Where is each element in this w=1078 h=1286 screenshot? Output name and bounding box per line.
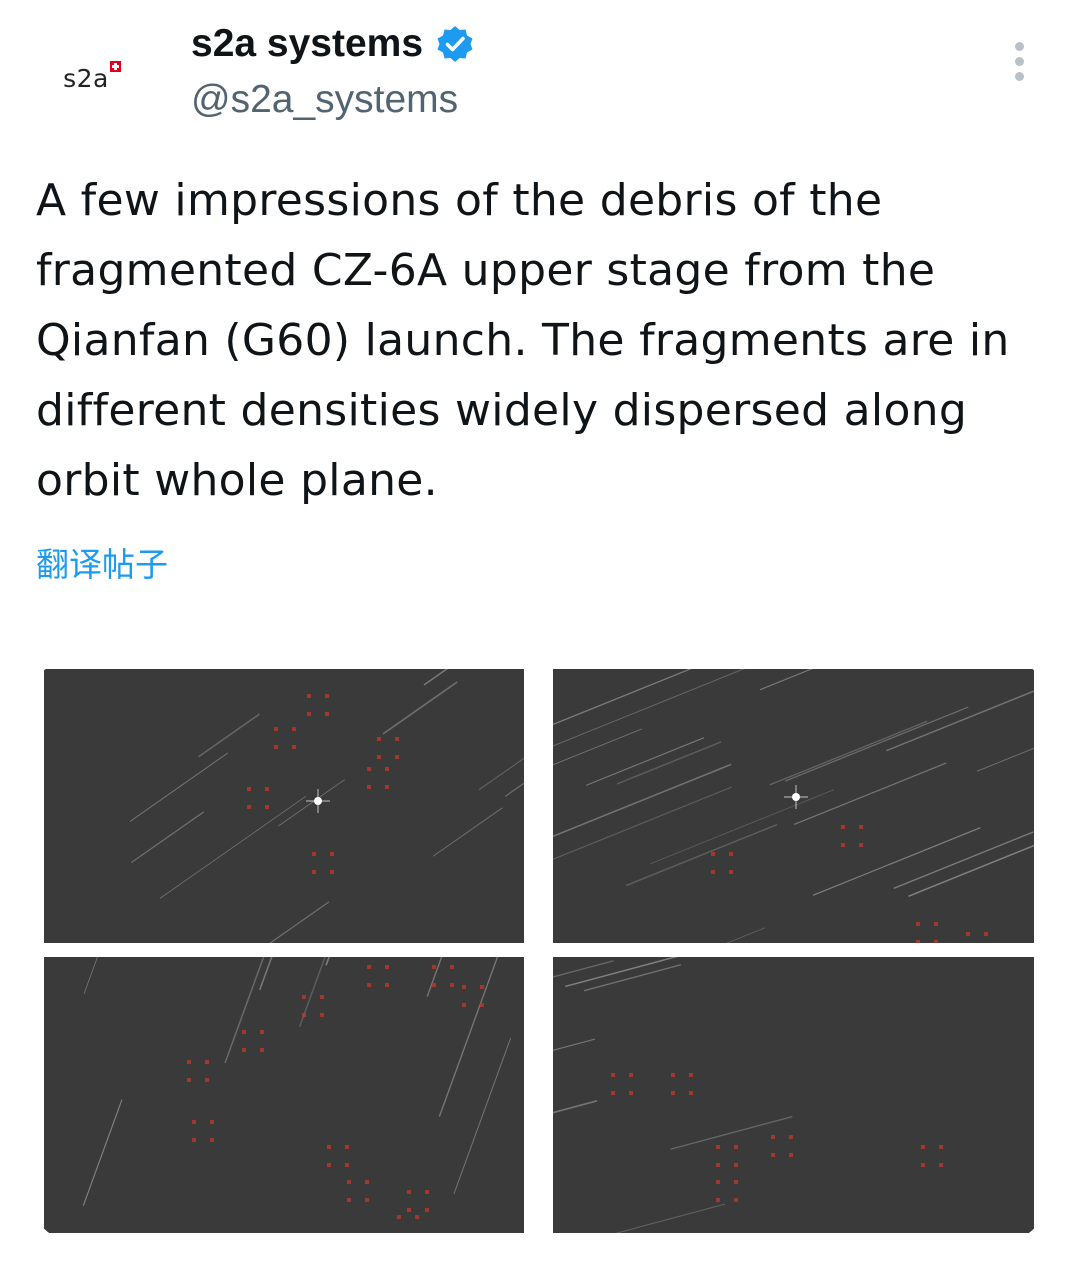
author-handle[interactable]: @s2a_systems [191, 78, 458, 122]
verified-badge-icon [437, 26, 473, 62]
media-image-3[interactable] [44, 957, 524, 1233]
night-sky-image [44, 957, 524, 1233]
night-sky-image [553, 669, 1034, 943]
night-sky-image [44, 669, 524, 943]
night-sky-image [553, 957, 1034, 1233]
swiss-flag-icon [109, 60, 121, 72]
media-grid [36, 661, 1042, 1238]
media-image-2[interactable] [553, 669, 1034, 943]
media-image-1[interactable] [44, 669, 524, 943]
media-image-4[interactable] [553, 957, 1034, 1233]
author-name-row: s2a systems [191, 22, 475, 66]
avatar-logo-text: s2a [63, 63, 109, 93]
translate-post-link[interactable]: 翻译帖子 [36, 538, 168, 586]
tweet-text: A few impressions of the debris of the f… [36, 175, 1010, 506]
avatar[interactable]: s2a [34, 20, 150, 136]
author-display-name[interactable]: s2a systems [191, 22, 423, 66]
more-options-icon[interactable] [1006, 42, 1032, 88]
